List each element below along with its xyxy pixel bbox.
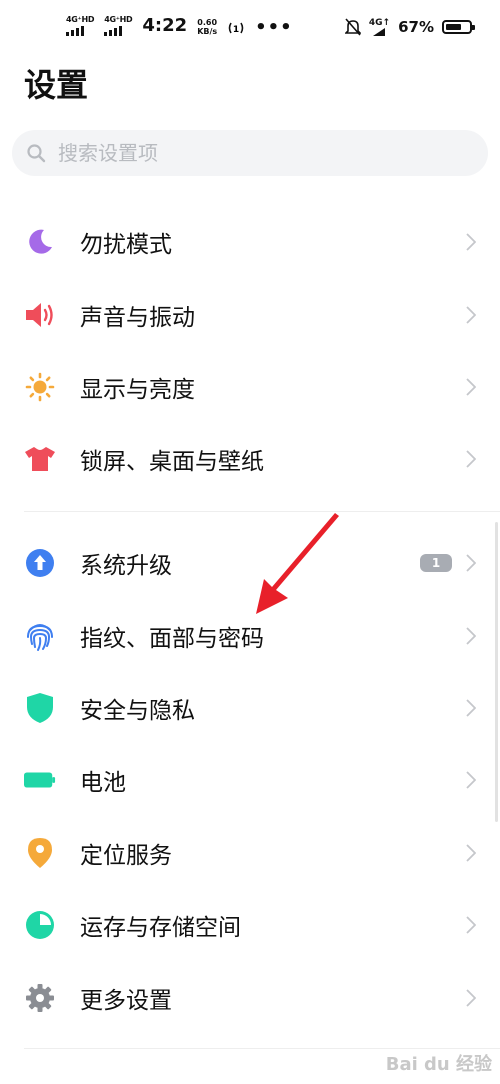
watermark: Bai du 经验 xyxy=(385,1054,492,1075)
moon-icon xyxy=(24,226,56,258)
gear-icon xyxy=(24,982,56,1014)
settings-group-1: 勿扰模式 声音与振动 显示与亮度 锁屏、桌面与壁纸 xyxy=(0,206,500,496)
settings-item-label: 系统升级 xyxy=(80,553,172,580)
search-icon xyxy=(27,144,46,163)
settings-item-location[interactable]: 定位服务 xyxy=(0,817,500,889)
hotspot-icon: 1 xyxy=(228,22,244,35)
chevron-right-icon xyxy=(466,771,476,789)
chevron-right-icon xyxy=(466,554,476,572)
search-input[interactable] xyxy=(56,140,460,166)
settings-item-display[interactable]: 显示与亮度 xyxy=(0,351,500,423)
signal-bars-icon xyxy=(104,26,123,36)
settings-item-label: 勿扰模式 xyxy=(80,232,172,259)
settings-item-system-update[interactable]: 系统升级 1 xyxy=(0,527,500,599)
page-title: 设置 xyxy=(24,66,89,104)
speaker-icon xyxy=(24,299,56,331)
network-speed: 0.60 KB/s xyxy=(197,18,217,36)
more-notifications-icon: ••• xyxy=(255,17,293,38)
signal-triangle-icon xyxy=(373,27,386,36)
battery-fill xyxy=(446,24,461,30)
settings-item-label: 定位服务 xyxy=(80,842,172,869)
network-type-3: 4G↑ xyxy=(368,17,391,28)
chevron-right-icon xyxy=(466,378,476,396)
bell-muted-icon xyxy=(344,18,361,36)
signal-bars-icon xyxy=(66,26,84,36)
chevron-right-icon xyxy=(466,305,476,324)
speed-unit: KB/s xyxy=(197,27,218,36)
chevron-right-icon xyxy=(466,988,476,1007)
chevron-right-icon xyxy=(466,233,476,251)
settings-item-fingerprint[interactable]: 指纹、面部与密码 xyxy=(0,599,500,671)
settings-item-sound[interactable]: 声音与振动 xyxy=(0,278,500,350)
chevron-right-icon xyxy=(466,916,476,934)
settings-group-2: 系统升级 1 指纹、面部与密码 安全与隐私 电池 定位服务 运存与存储空间 更多… xyxy=(0,527,500,1034)
svg-text:1: 1 xyxy=(233,25,239,35)
signal-1: 4G⁺HD xyxy=(66,15,95,36)
status-bar: 4G⁺HD 4G⁺HD 4:22 0.60 KB/s 1 ••• 4G↑ 67% xyxy=(0,0,500,58)
settings-item-storage[interactable]: 运存与存储空间 xyxy=(0,889,500,961)
settings-item-label: 显示与亮度 xyxy=(80,376,195,403)
settings-item-dnd[interactable]: 勿扰模式 xyxy=(0,206,500,278)
tshirt-icon xyxy=(24,443,56,475)
signal-3: 4G↑ xyxy=(368,17,391,36)
signal-2: 4G⁺HD xyxy=(104,15,133,36)
upgrade-icon xyxy=(24,547,56,579)
search-bar[interactable] xyxy=(12,130,488,176)
settings-item-label: 更多设置 xyxy=(80,987,172,1014)
network-type-1: 4G⁺HD xyxy=(66,15,95,24)
settings-item-label: 声音与振动 xyxy=(80,304,195,331)
scrollbar[interactable] xyxy=(495,522,498,822)
battery-icon xyxy=(442,20,475,34)
settings-item-label: 运存与存储空间 xyxy=(80,915,241,942)
settings-item-label: 安全与隐私 xyxy=(80,697,195,724)
speed-value: 0.60 xyxy=(197,18,218,27)
chevron-right-icon xyxy=(466,699,476,717)
chevron-right-icon xyxy=(466,844,476,862)
shield-icon xyxy=(24,692,56,724)
settings-item-battery[interactable]: 电池 xyxy=(0,744,500,816)
settings-item-more[interactable]: 更多设置 xyxy=(0,961,500,1033)
battery-percent: 67% xyxy=(398,18,434,36)
network-type-2: 4G⁺HD xyxy=(104,15,133,24)
battery-icon xyxy=(24,764,56,796)
clock: 4:22 xyxy=(142,15,188,36)
fingerprint-icon xyxy=(24,620,56,652)
settings-item-label: 锁屏、桌面与壁纸 xyxy=(80,449,264,476)
settings-item-wallpaper[interactable]: 锁屏、桌面与壁纸 xyxy=(0,423,500,495)
pie-chart-icon xyxy=(24,909,56,941)
location-pin-icon xyxy=(24,837,56,869)
settings-item-label: 电池 xyxy=(80,770,126,797)
chevron-right-icon xyxy=(466,626,476,645)
group-divider xyxy=(24,511,500,512)
settings-item-security[interactable]: 安全与隐私 xyxy=(0,672,500,744)
settings-item-label: 指纹、面部与密码 xyxy=(80,625,264,652)
update-count-badge: 1 xyxy=(420,554,452,573)
chevron-right-icon xyxy=(466,450,476,468)
group-divider xyxy=(24,1048,500,1049)
sun-icon xyxy=(24,371,56,403)
